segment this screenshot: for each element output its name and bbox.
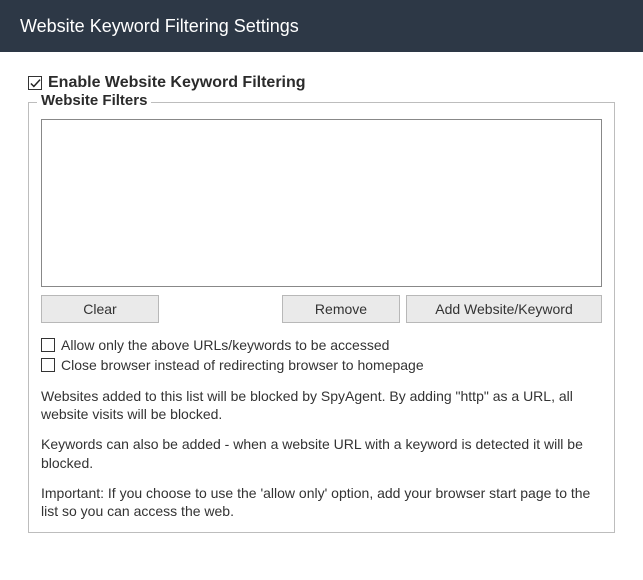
enable-filtering-row: Enable Website Keyword Filtering — [28, 74, 615, 92]
allow-only-label: Allow only the above URLs/keywords to be… — [61, 337, 389, 353]
help-text-blocked: Websites added to this list will be bloc… — [41, 387, 602, 423]
website-filters-group: Website Filters Clear Remove Add Website… — [28, 102, 615, 533]
remove-button[interactable]: Remove — [282, 295, 400, 323]
check-icon — [30, 78, 41, 89]
filter-options: Allow only the above URLs/keywords to be… — [41, 337, 602, 373]
page-title: Website Keyword Filtering Settings — [20, 16, 299, 37]
allow-only-checkbox[interactable] — [41, 338, 55, 352]
filters-listbox[interactable] — [41, 119, 602, 287]
filters-buttons: Clear Remove Add Website/Keyword — [41, 295, 602, 323]
website-filters-legend: Website Filters — [37, 92, 151, 109]
settings-window: Website Keyword Filtering Settings Enabl… — [0, 0, 643, 580]
close-browser-row: Close browser instead of redirecting bro… — [41, 357, 602, 373]
help-text-important: Important: If you choose to use the 'all… — [41, 484, 602, 520]
close-browser-label: Close browser instead of redirecting bro… — [61, 357, 424, 373]
allow-only-row: Allow only the above URLs/keywords to be… — [41, 337, 602, 353]
content-area: Enable Website Keyword Filtering Website… — [0, 52, 643, 543]
titlebar: Website Keyword Filtering Settings — [0, 0, 643, 52]
help-text-keywords: Keywords can also be added - when a webs… — [41, 435, 602, 471]
enable-filtering-checkbox[interactable] — [28, 76, 42, 90]
enable-filtering-label: Enable Website Keyword Filtering — [48, 74, 306, 92]
add-website-keyword-button[interactable]: Add Website/Keyword — [406, 295, 602, 323]
clear-button[interactable]: Clear — [41, 295, 159, 323]
close-browser-checkbox[interactable] — [41, 358, 55, 372]
